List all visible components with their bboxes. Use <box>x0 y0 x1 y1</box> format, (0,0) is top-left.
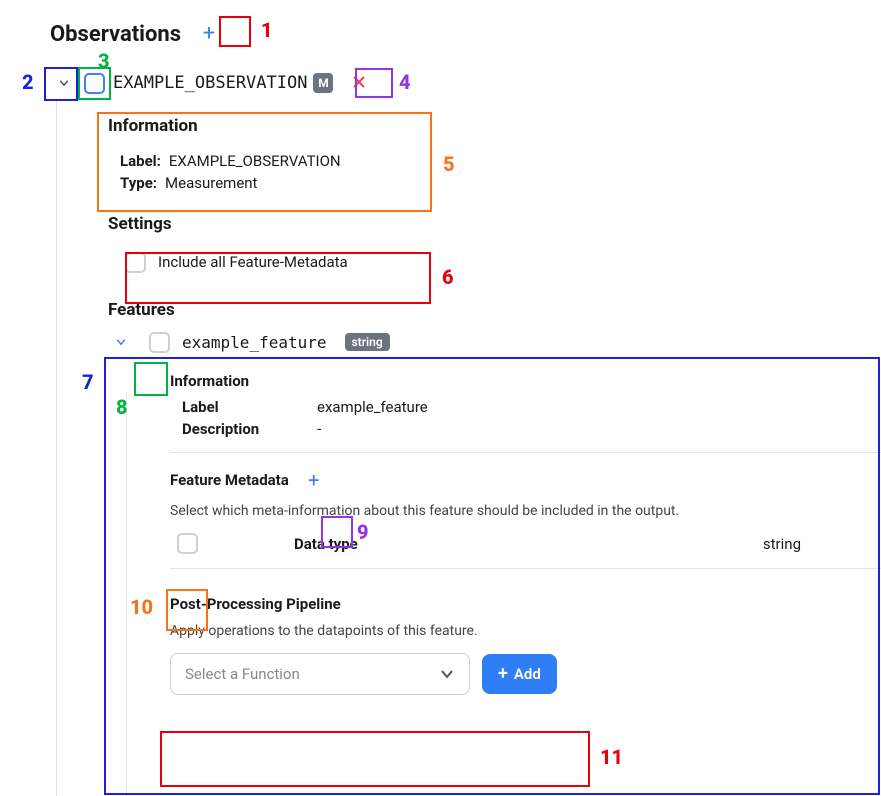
feature-label-key: Label <box>182 398 277 416</box>
feature-label: example_feature <box>182 333 327 352</box>
info-type-key: Type: <box>120 174 157 192</box>
expand-observation-toggle[interactable] <box>51 70 77 96</box>
annotation-number: 11 <box>600 745 623 769</box>
divider <box>170 568 881 569</box>
annotation-number: 1 <box>261 18 273 42</box>
feature-label-value: example_feature <box>317 398 428 416</box>
observation-label: EXAMPLE_OBSERVATION <box>113 73 307 93</box>
pipeline-help-text: Apply operations to the datapoints of th… <box>170 623 881 639</box>
feature-include-checkbox[interactable] <box>149 332 170 353</box>
annotation-number: 3 <box>98 49 110 73</box>
chevron-down-icon <box>58 77 70 89</box>
info-type-value: Measurement <box>165 174 257 192</box>
add-button-label: Add <box>514 665 541 683</box>
annotation-number: 9 <box>357 520 369 544</box>
info-label-key: Label: <box>120 152 161 170</box>
pipeline-heading: Post-Processing Pipeline <box>170 595 881 613</box>
information-heading: Information <box>108 116 881 136</box>
feature-type-badge: string <box>345 333 390 351</box>
metadata-row-value: string <box>763 535 801 553</box>
plus-icon: + <box>308 470 319 490</box>
metadata-help-text: Select which meta-information about this… <box>170 503 881 519</box>
annotation-box <box>160 731 590 787</box>
annotation-number: 4 <box>399 70 411 94</box>
settings-heading: Settings <box>108 214 881 234</box>
close-icon <box>351 74 367 90</box>
function-select-placeholder: Select a Function <box>185 665 300 683</box>
annotation-number: 10 <box>130 595 153 619</box>
add-function-button[interactable]: + Add <box>482 654 557 694</box>
annotation-number: 5 <box>443 152 455 176</box>
metadata-row-checkbox[interactable] <box>177 533 198 554</box>
include-all-metadata-checkbox[interactable] <box>125 252 146 273</box>
features-heading: Features <box>108 300 881 320</box>
feature-metadata-heading: Feature Metadata <box>170 471 289 489</box>
add-metadata-button[interactable]: + <box>301 467 327 493</box>
annotation-number: 2 <box>22 70 34 94</box>
plus-icon: + <box>498 665 508 683</box>
chevron-down-icon <box>439 666 455 682</box>
divider <box>170 452 881 453</box>
annotation-number: 6 <box>442 265 454 289</box>
chevron-down-icon <box>115 336 127 348</box>
metadata-row-label: Data type <box>294 535 358 553</box>
observation-type-badge: M <box>313 73 333 93</box>
feature-information-heading: Information <box>170 372 881 390</box>
tree-guide <box>56 100 57 796</box>
observation-include-checkbox[interactable] <box>84 73 105 94</box>
function-select[interactable]: Select a Function <box>170 653 470 695</box>
feature-description-key: Description <box>182 420 277 438</box>
plus-icon: + <box>203 23 215 45</box>
annotation-number: 8 <box>116 395 128 419</box>
observations-title: Observations <box>50 22 181 47</box>
include-all-metadata-label: Include all Feature-Metadata <box>158 253 348 271</box>
expand-feature-toggle[interactable] <box>108 329 134 355</box>
add-observation-button[interactable]: + <box>195 20 223 48</box>
tree-guide <box>126 392 127 796</box>
info-label-value: EXAMPLE_OBSERVATION <box>169 152 341 170</box>
feature-description-value: - <box>317 420 321 438</box>
remove-observation-button[interactable] <box>351 73 367 93</box>
annotation-number: 7 <box>82 370 94 394</box>
